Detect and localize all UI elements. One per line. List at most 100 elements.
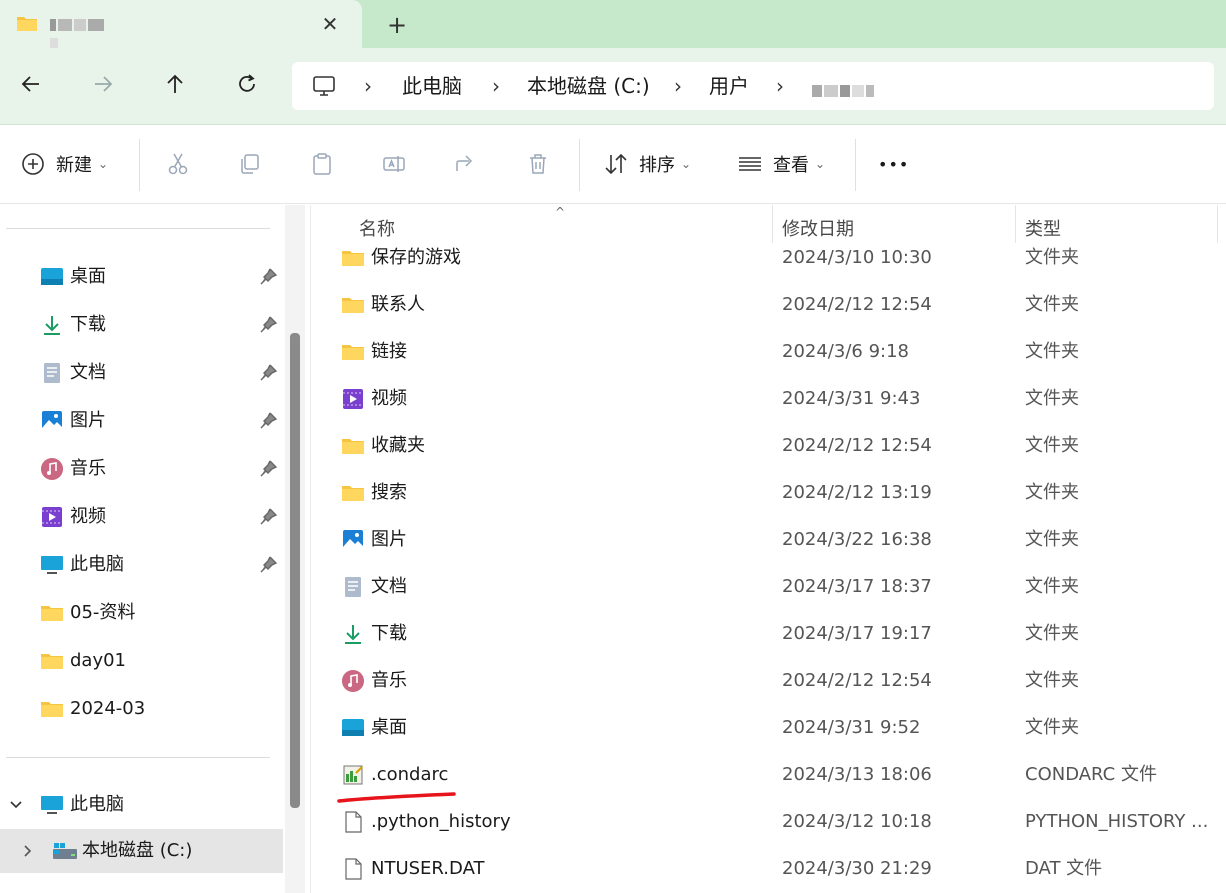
cut-button[interactable] xyxy=(165,149,191,179)
file-row[interactable]: NTUSER.DAT 2024/3/30 21:29 DAT 文件 xyxy=(311,845,1226,892)
close-icon: ✕ xyxy=(321,12,339,36)
new-tab-button[interactable]: + xyxy=(384,12,410,38)
file-row[interactable]: 桌面 2024/3/31 9:52 文件夹 xyxy=(311,704,1226,751)
video-icon xyxy=(42,507,62,527)
folder-icon xyxy=(342,345,364,360)
file-row[interactable]: 图片 2024/3/22 16:38 文件夹 xyxy=(311,516,1226,563)
file-row[interactable]: 视频 2024/3/31 9:43 文件夹 xyxy=(311,375,1226,422)
breadcrumb-separator: › xyxy=(674,74,682,98)
share-button[interactable] xyxy=(453,149,479,179)
sidebar-item-documents[interactable]: 文档 xyxy=(0,351,283,395)
rename-button[interactable] xyxy=(381,149,407,179)
sidebar-item-folder-05[interactable]: 05-资料 xyxy=(0,591,283,635)
sidebar-item-downloads[interactable]: 下载 xyxy=(0,303,283,347)
sort-button[interactable]: 排序 ⌄ xyxy=(603,149,691,179)
breadcrumb-local-disk[interactable]: 本地磁盘 (C:) xyxy=(527,62,650,110)
more-options-button[interactable]: ••• xyxy=(878,149,909,179)
pin-icon xyxy=(260,556,278,573)
sidebar-item-local-disk[interactable]: 本地磁盘 (C:) xyxy=(0,829,283,873)
plus-icon: + xyxy=(386,11,408,39)
file-name: 搜索 xyxy=(371,482,407,503)
music-icon xyxy=(342,670,364,692)
file-modified: 2024/2/12 12:54 xyxy=(782,294,932,315)
sidebar-item-folder-2024-03[interactable]: 2024-03 xyxy=(0,687,283,731)
file-row[interactable]: 文档 2024/3/17 18:37 文件夹 xyxy=(311,563,1226,610)
navigation-pane: 桌面 下载 文档 图片 音乐 视频 此电脑 05-资料 day01 2024-0… xyxy=(0,205,283,893)
pin-icon xyxy=(260,316,278,333)
computer-icon xyxy=(313,76,335,96)
folder-icon xyxy=(342,251,364,266)
address-bar[interactable]: › 此电脑 › 本地磁盘 (C:) › 用户 › xyxy=(292,62,1214,110)
file-type: 文件夹 xyxy=(1025,435,1079,456)
pin-icon xyxy=(260,268,278,285)
pictures-icon xyxy=(42,411,62,431)
scrollbar-thumb[interactable] xyxy=(290,333,300,808)
new-button[interactable]: 新建 ⌄ xyxy=(20,149,108,179)
file-type: 文件夹 xyxy=(1025,576,1079,597)
file-type: 文件夹 xyxy=(1025,623,1079,644)
view-label: 查看 xyxy=(773,155,809,176)
file-row[interactable]: 收藏夹 2024/2/12 12:54 文件夹 xyxy=(311,422,1226,469)
file-row[interactable]: .condarc 2024/3/13 18:06 CONDARC 文件 xyxy=(311,751,1226,798)
file-row[interactable]: 联系人 2024/2/12 12:54 文件夹 xyxy=(311,281,1226,328)
refresh-icon xyxy=(239,74,255,92)
file-row[interactable]: 搜索 2024/2/12 13:19 文件夹 xyxy=(311,469,1226,516)
file-name: 下载 xyxy=(371,623,407,644)
document-icon xyxy=(345,577,361,597)
chevron-down-icon[interactable] xyxy=(8,797,24,813)
download-icon xyxy=(345,625,361,644)
breadcrumb-users[interactable]: 用户 xyxy=(709,62,749,110)
arrow-right-icon xyxy=(95,76,113,92)
pin-icon xyxy=(260,460,278,477)
drive-icon xyxy=(53,843,77,859)
file-type: 文件夹 xyxy=(1025,482,1079,503)
delete-button[interactable] xyxy=(525,149,551,179)
sidebar-item-label: 此电脑 xyxy=(70,794,124,815)
divider xyxy=(139,139,140,191)
up-button[interactable] xyxy=(157,66,193,102)
sidebar-item-music[interactable]: 音乐 xyxy=(0,447,283,491)
forward-button[interactable] xyxy=(85,66,121,102)
file-row[interactable]: 音乐 2024/2/12 12:54 文件夹 xyxy=(311,657,1226,704)
sidebar-item-this-pc-pinned[interactable]: 此电脑 xyxy=(0,543,283,587)
file-name: 视频 xyxy=(371,388,407,409)
back-button[interactable] xyxy=(13,66,49,102)
file-row[interactable]: 链接 2024/3/6 9:18 文件夹 xyxy=(311,328,1226,375)
file-type: 文件夹 xyxy=(1025,388,1079,409)
file-modified: 2024/3/6 9:18 xyxy=(782,341,909,362)
pin-icon xyxy=(260,508,278,525)
file-type: PYTHON_HISTORY ... xyxy=(1025,811,1209,832)
sidebar-item-desktop[interactable]: 桌面 xyxy=(0,255,283,299)
close-tab-button[interactable]: ✕ xyxy=(318,12,342,36)
breadcrumb-separator: › xyxy=(776,74,784,98)
breadcrumb-user-redacted[interactable] xyxy=(812,80,876,99)
sidebar-item-label: 下载 xyxy=(70,314,106,335)
pin-icon xyxy=(260,412,278,429)
view-button[interactable]: 查看 ⌄ xyxy=(737,149,825,179)
file-row[interactable]: 下载 2024/3/17 19:17 文件夹 xyxy=(311,610,1226,657)
sidebar-item-this-pc[interactable]: 此电脑 xyxy=(0,783,283,827)
chevron-down-icon: ⌄ xyxy=(681,157,692,171)
sidebar-item-pictures[interactable]: 图片 xyxy=(0,399,283,443)
tab-active[interactable]: ✕ xyxy=(0,0,362,50)
file-row[interactable]: 保存的游戏 2024/3/10 10:30 文件夹 xyxy=(311,234,1226,281)
new-label: 新建 xyxy=(56,155,92,176)
file-modified: 2024/2/12 12:54 xyxy=(782,435,932,456)
folder-icon xyxy=(342,298,364,313)
refresh-button[interactable] xyxy=(229,66,265,102)
breadcrumb-this-pc[interactable]: 此电脑 xyxy=(402,62,462,110)
file-modified: 2024/3/31 9:52 xyxy=(782,717,921,738)
file-modified: 2024/2/12 12:54 xyxy=(782,670,932,691)
list-view-icon xyxy=(739,157,761,171)
file-type: 文件夹 xyxy=(1025,341,1079,362)
tab-title-redacted xyxy=(50,14,110,50)
sidebar-scrollbar[interactable] xyxy=(285,205,305,893)
copy-button[interactable] xyxy=(237,149,263,179)
sidebar-item-videos[interactable]: 视频 xyxy=(0,495,283,539)
folder-icon xyxy=(41,702,63,717)
file-list: ^ 名称 修改日期 类型 保存的游戏 2024/3/10 10:30 文件夹 联… xyxy=(310,205,1226,893)
file-row[interactable]: .python_history 2024/3/12 10:18 PYTHON_H… xyxy=(311,798,1226,845)
paste-button[interactable] xyxy=(309,149,335,179)
sidebar-item-folder-day01[interactable]: day01 xyxy=(0,639,283,683)
chevron-right-icon[interactable] xyxy=(20,843,36,859)
